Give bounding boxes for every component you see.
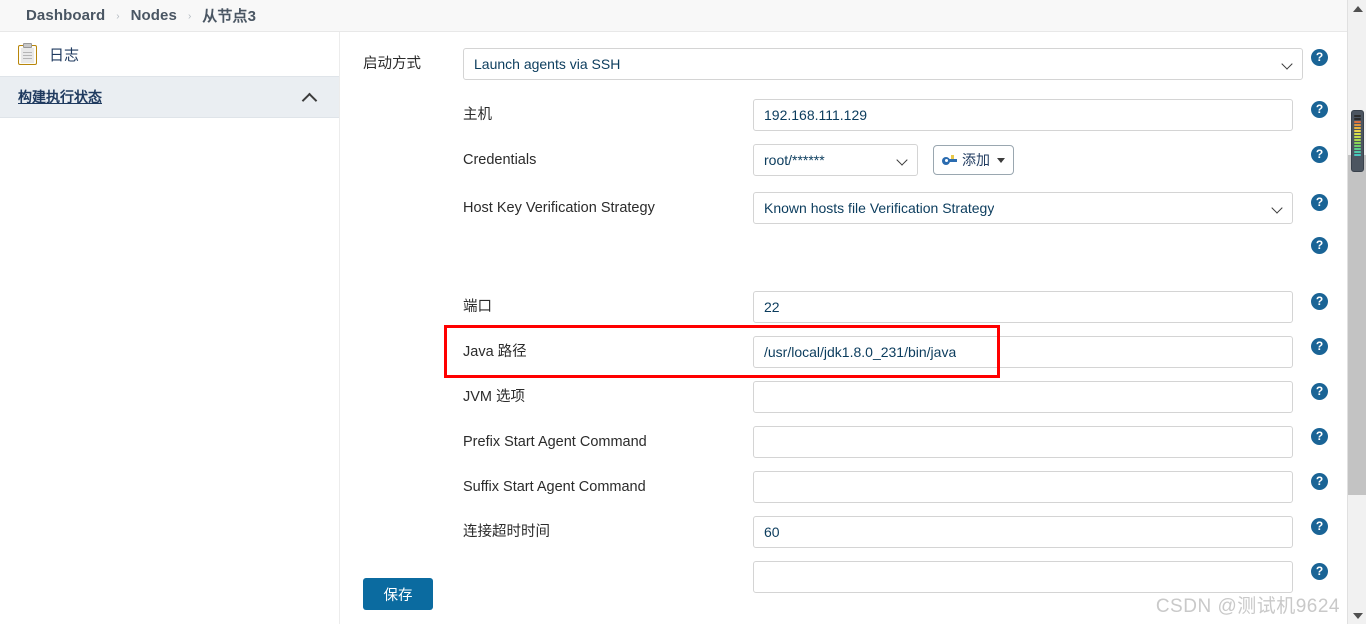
suffix-start-agent-command-input[interactable]: [753, 471, 1293, 503]
prefix-start-agent-command-label: Prefix Start Agent Command: [463, 434, 647, 450]
help-icon-prefix-start-agent-command[interactable]: ?: [1311, 428, 1328, 445]
breadcrumb: Dashboard › Nodes › 从节点3: [0, 0, 1347, 32]
launch-method-select[interactable]: Launch agents via SSH: [463, 48, 1303, 80]
java-path-label: Java 路径: [463, 344, 527, 360]
help-icon-launch-method[interactable]: ?: [1311, 49, 1328, 66]
next-partial-input[interactable]: [753, 561, 1293, 593]
sidebar-item-log[interactable]: 日志: [0, 32, 339, 76]
host-value: 192.168.111.129: [764, 107, 868, 123]
key-icon: [942, 155, 957, 166]
launch-method-label: 启动方式: [363, 56, 421, 72]
connection-timeout-value: 60: [764, 524, 780, 540]
help-icon-suffix-start-agent-command[interactable]: ?: [1311, 473, 1328, 490]
form-row-launch-method: 启动方式 Launch agents via SSH: [363, 48, 1303, 80]
main-form: 启动方式 Launch agents via SSH ? 主机 192.168.…: [341, 32, 1347, 624]
port-input[interactable]: 22: [753, 291, 1293, 323]
watermark-text: CSDN @测试机9624: [1155, 596, 1340, 617]
form-row-prefix-start-agent-command: Prefix Start Agent Command: [463, 426, 1293, 458]
connection-timeout-label: 连接超时时间: [463, 524, 550, 540]
sidebar-item-label: 日志: [49, 46, 80, 64]
sidebar-section-build-executor-status[interactable]: 构建执行状态: [0, 76, 339, 118]
java-path-value: /usr/local/jdk1.8.0_231/bin/java: [764, 344, 957, 360]
suffix-start-agent-command-label: Suffix Start Agent Command: [463, 479, 646, 495]
form-row-next-partial: [463, 561, 1293, 593]
host-key-strategy-value: Known hosts file Verification Strategy: [764, 200, 995, 216]
help-icon-credentials[interactable]: ?: [1311, 146, 1328, 163]
form-row-jvm-options: JVM 选项: [463, 381, 1293, 413]
form-row-port: 端口 22: [463, 291, 1293, 323]
help-icon-host[interactable]: ?: [1311, 101, 1328, 118]
form-row-host-key-strategy: Host Key Verification Strategy Known hos…: [463, 192, 1293, 224]
jvm-options-label: JVM 选项: [463, 389, 526, 405]
help-icon-jvm-options[interactable]: ?: [1311, 383, 1328, 400]
breadcrumb-item-current-node[interactable]: 从节点3: [202, 5, 256, 26]
form-row-java-path: Java 路径 /usr/local/jdk1.8.0_231/bin/java: [463, 336, 1293, 368]
chevron-down-icon: [997, 157, 1005, 163]
add-credentials-label: 添加: [962, 152, 990, 168]
page-root: Dashboard › Nodes › 从节点3 日志 构建执行状态 启动方式: [0, 0, 1366, 624]
help-icon-java-path[interactable]: ?: [1311, 338, 1328, 355]
launch-method-value: Launch agents via SSH: [474, 56, 621, 72]
help-icon-connection-timeout[interactable]: ?: [1311, 518, 1328, 535]
credentials-value: root/******: [764, 152, 825, 168]
credentials-label: Credentials: [463, 152, 537, 168]
connection-timeout-input[interactable]: 60: [753, 516, 1293, 548]
breadcrumb-item-dashboard[interactable]: Dashboard: [26, 7, 105, 24]
port-label: 端口: [463, 299, 492, 315]
help-icon-port[interactable]: ?: [1311, 293, 1328, 310]
scrollbar-track[interactable]: [1348, 155, 1366, 495]
help-icon-strategy-options[interactable]: ?: [1311, 237, 1328, 254]
sidebar: 日志 构建执行状态: [0, 32, 340, 624]
scrollbar-thumb[interactable]: [1351, 110, 1364, 172]
breadcrumb-item-nodes[interactable]: Nodes: [131, 7, 177, 24]
vertical-scrollbar[interactable]: [1347, 0, 1366, 624]
breadcrumb-separator-icon: ›: [116, 10, 120, 22]
form-row-host: 主机 192.168.111.129: [463, 99, 1293, 131]
save-button[interactable]: 保存: [363, 578, 433, 610]
help-icon-host-key-strategy[interactable]: ?: [1311, 194, 1328, 211]
form-row-credentials: Credentials root/****** 添加: [463, 144, 1014, 176]
sidebar-section-label: 构建执行状态: [18, 89, 102, 105]
form-row-connection-timeout: 连接超时时间 60: [463, 516, 1293, 548]
jvm-options-input[interactable]: [753, 381, 1293, 413]
help-icon-next-partial[interactable]: ?: [1311, 563, 1328, 580]
add-credentials-button[interactable]: 添加: [933, 145, 1014, 175]
host-input[interactable]: 192.168.111.129: [753, 99, 1293, 131]
chevron-up-icon[interactable]: [301, 92, 318, 108]
credentials-select[interactable]: root/******: [753, 144, 918, 176]
scroll-up-arrow-icon[interactable]: [1348, 0, 1366, 17]
port-value: 22: [764, 299, 780, 315]
scroll-down-arrow-icon[interactable]: [1348, 607, 1366, 624]
breadcrumb-separator-icon: ›: [187, 10, 192, 22]
host-label: 主机: [463, 107, 492, 123]
java-path-input[interactable]: /usr/local/jdk1.8.0_231/bin/java: [753, 336, 1293, 368]
form-row-suffix-start-agent-command: Suffix Start Agent Command: [463, 471, 1293, 503]
clipboard-icon: [18, 43, 37, 65]
prefix-start-agent-command-input[interactable]: [753, 426, 1293, 458]
host-key-strategy-select[interactable]: Known hosts file Verification Strategy: [753, 192, 1293, 224]
host-key-strategy-label: Host Key Verification Strategy: [463, 200, 655, 216]
